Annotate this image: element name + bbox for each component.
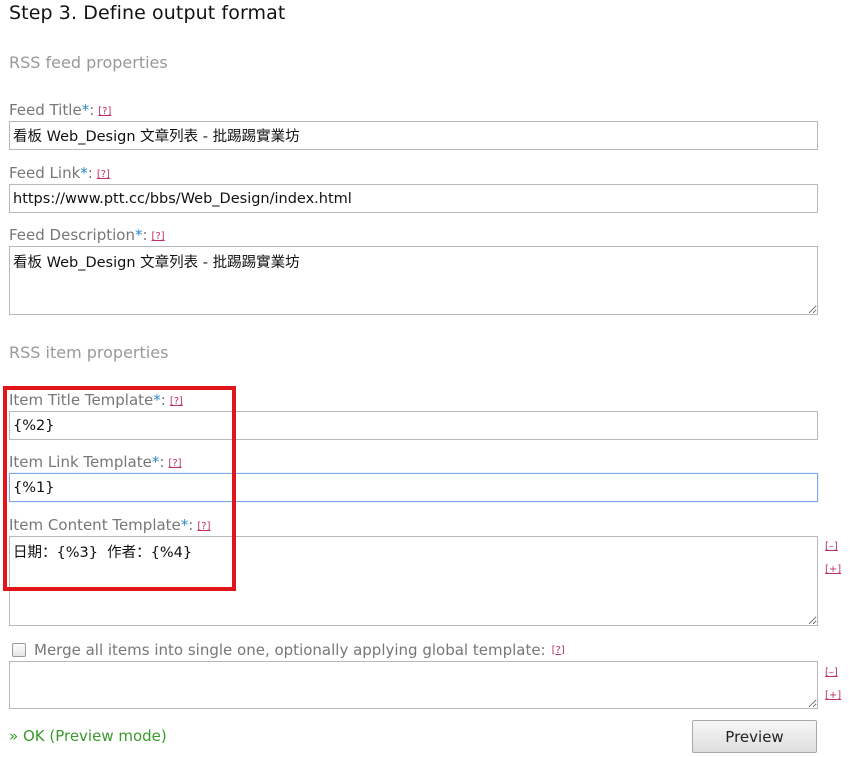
- merge-row: Merge all items into single one, optiona…: [12, 641, 565, 659]
- feed-title-help-link[interactable]: [?]: [98, 106, 111, 117]
- item-content-template-help-link[interactable]: [?]: [197, 521, 210, 532]
- item-title-template-label: Item Title Template*: [?]: [9, 391, 183, 409]
- feed-description-label: Feed Description*: [?]: [9, 226, 165, 244]
- item-content-template-textarea[interactable]: 日期：{%3} 作者：{%4}: [9, 536, 818, 626]
- feed-section-title: RSS feed properties: [9, 53, 168, 72]
- label-colon: :: [142, 226, 148, 244]
- item-content-template-label: Item Content Template*: [?]: [9, 516, 210, 534]
- feed-title-input[interactable]: [9, 121, 818, 150]
- item-title-template-input[interactable]: [9, 411, 818, 440]
- feed-link-help-link[interactable]: [?]: [97, 169, 110, 180]
- merge-checkbox[interactable]: [12, 643, 26, 657]
- required-star: *: [153, 391, 161, 409]
- label-colon: :: [160, 391, 166, 409]
- output-format-page: Step 3. Define output format RSS feed pr…: [0, 0, 850, 757]
- merge-help-link[interactable]: [?]: [552, 645, 565, 656]
- content-template-expand-link[interactable]: [+]: [825, 564, 841, 575]
- label-colon: :: [87, 164, 93, 182]
- item-content-template-label-text: Item Content Template: [9, 516, 181, 534]
- required-star: *: [80, 164, 88, 182]
- item-section-title: RSS item properties: [9, 343, 169, 362]
- ok-status-message: » OK (Preview mode): [9, 727, 167, 745]
- merge-label: Merge all items into single one, optiona…: [34, 641, 546, 659]
- step-title: Step 3. Define output format: [9, 2, 286, 24]
- feed-link-label-text: Feed Link: [9, 164, 81, 182]
- preview-button[interactable]: Preview: [692, 720, 817, 753]
- global-template-expand-link[interactable]: [+]: [825, 690, 841, 701]
- feed-description-textarea[interactable]: 看板 Web_Design 文章列表 - 批踢踢實業坊: [9, 246, 818, 315]
- feed-description-label-text: Feed Description: [9, 226, 135, 244]
- item-title-template-help-link[interactable]: [?]: [170, 396, 183, 407]
- feed-link-label: Feed Link*: [?]: [9, 164, 110, 182]
- item-link-template-label: Item Link Template*: [?]: [9, 453, 182, 471]
- item-link-template-input[interactable]: [9, 473, 818, 502]
- feed-description-help-link[interactable]: [?]: [152, 231, 165, 242]
- global-template-textarea[interactable]: [9, 661, 818, 709]
- item-title-template-label-text: Item Title Template: [9, 391, 154, 409]
- label-colon: :: [188, 516, 194, 534]
- feed-title-label-text: Feed Title: [9, 101, 82, 119]
- item-link-template-label-text: Item Link Template: [9, 453, 152, 471]
- label-colon: :: [159, 453, 165, 471]
- feed-title-label: Feed Title*: [?]: [9, 101, 111, 119]
- item-link-template-help-link[interactable]: [?]: [168, 458, 181, 469]
- content-template-collapse-link[interactable]: [–]: [825, 541, 838, 552]
- global-template-collapse-link[interactable]: [–]: [825, 667, 838, 678]
- label-colon: :: [89, 101, 95, 119]
- feed-link-input[interactable]: [9, 184, 818, 213]
